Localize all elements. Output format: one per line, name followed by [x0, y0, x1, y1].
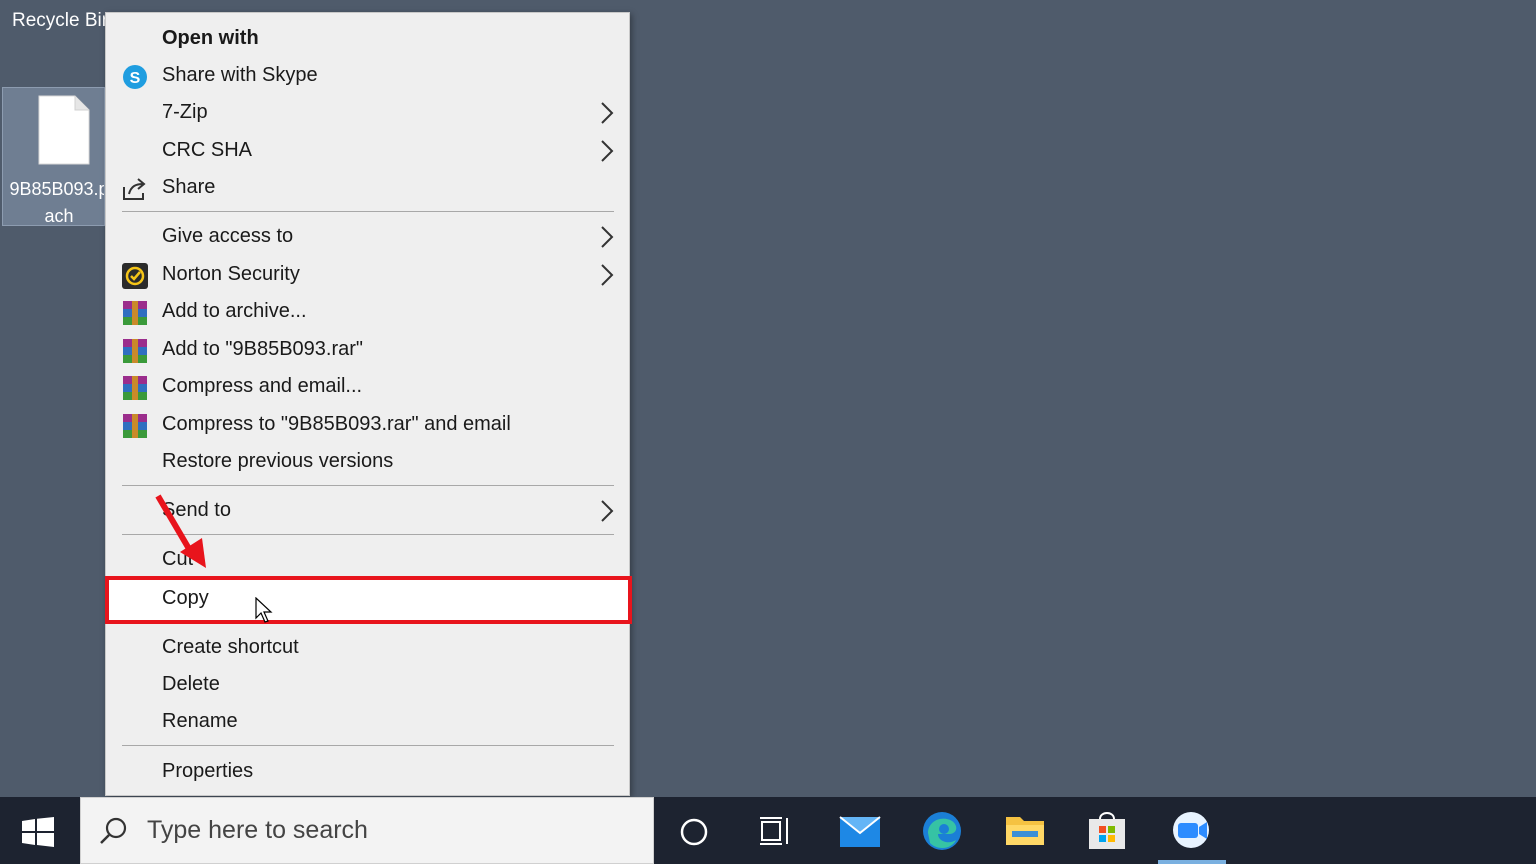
- menu-item-add-archive[interactable]: Add to archive...: [106, 294, 629, 330]
- skype-icon: S: [123, 65, 147, 89]
- menu-item-label: Norton Security: [162, 263, 300, 285]
- menu-separator: [122, 745, 614, 746]
- menu-item-delete[interactable]: Delete: [106, 667, 629, 703]
- file-name-label: 9B85B093.p ach: [9, 179, 105, 226]
- menu-item-create-shortcut[interactable]: Create shortcut: [106, 630, 629, 666]
- menu-item-crc-sha[interactable]: CRC SHA: [106, 133, 629, 169]
- menu-item-label: 7-Zip: [162, 101, 208, 123]
- winrar-icon: [123, 339, 147, 363]
- chevron-right-icon: [601, 264, 614, 286]
- menu-item-open-with[interactable]: Open with: [106, 21, 629, 57]
- menu-item-label: Open with: [162, 27, 259, 49]
- svg-text:S: S: [130, 70, 141, 87]
- desktop-file[interactable]: 9B85B093.p ach: [2, 87, 105, 226]
- menu-item-copy[interactable]: Copy: [106, 581, 629, 617]
- recycle-bin-label[interactable]: Recycle Bin: [12, 10, 105, 32]
- search-icon: [100, 817, 127, 844]
- menu-item-label: Add to "9B85B093.rar": [162, 338, 363, 360]
- menu-item-norton[interactable]: Norton Security: [106, 257, 629, 293]
- windows-start-icon[interactable]: [22, 817, 54, 847]
- menu-item-share-skype[interactable]: S Share with Skype: [106, 58, 629, 94]
- menu-item-share[interactable]: Share: [106, 170, 629, 206]
- file-explorer-icon[interactable]: [1004, 811, 1046, 849]
- winrar-icon: [123, 301, 147, 325]
- context-menu: Open with S Share with Skype 7-Zip CRC S…: [105, 12, 632, 796]
- menu-item-label: Create shortcut: [162, 636, 299, 658]
- menu-item-label: Properties: [162, 760, 254, 782]
- chevron-right-icon: [601, 500, 614, 522]
- microsoft-store-icon[interactable]: [1086, 809, 1128, 851]
- chevron-right-icon: [601, 226, 614, 248]
- menu-item-label: CRC SHA: [162, 139, 253, 161]
- chevron-right-icon: [601, 140, 614, 162]
- zoom-meetings-icon[interactable]: [1170, 809, 1214, 851]
- menu-item-compress-rar-email[interactable]: Compress to "9B85B093.rar" and email: [106, 407, 629, 443]
- menu-item-rename[interactable]: Rename: [106, 704, 629, 740]
- menu-separator: [122, 211, 614, 212]
- menu-item-properties[interactable]: Properties: [106, 754, 629, 790]
- mouse-cursor-icon: [255, 597, 273, 623]
- menu-item-compress-email[interactable]: Compress and email...: [106, 369, 629, 405]
- menu-item-label: Share: [162, 176, 216, 198]
- menu-item-label: Give access to: [162, 225, 294, 247]
- menu-item-label: Compress to "9B85B093.rar" and email: [162, 413, 511, 435]
- red-arrow-annotation: [155, 494, 206, 568]
- search-placeholder: Type here to search: [147, 816, 368, 844]
- winrar-icon: [123, 376, 147, 400]
- menu-separator: [122, 485, 614, 486]
- menu-item-label: Delete: [162, 673, 220, 695]
- norton-icon: [122, 263, 148, 289]
- mail-icon[interactable]: [838, 811, 882, 851]
- edge-browser-icon[interactable]: [920, 809, 964, 853]
- chevron-right-icon: [601, 102, 614, 124]
- menu-item-label: Copy: [162, 587, 209, 609]
- menu-item-add-rar[interactable]: Add to "9B85B093.rar": [106, 332, 629, 368]
- winrar-icon: [123, 414, 147, 438]
- share-icon: [123, 178, 146, 200]
- menu-item-7zip[interactable]: 7-Zip: [106, 95, 629, 131]
- menu-item-restore[interactable]: Restore previous versions: [106, 444, 629, 480]
- menu-item-label: Rename: [162, 710, 238, 732]
- taskbar-search-box[interactable]: Type here to search: [80, 797, 654, 864]
- taskbar: Type here to search: [0, 797, 1536, 864]
- menu-item-label: Restore previous versions: [162, 450, 394, 472]
- task-view-icon[interactable]: [758, 814, 792, 848]
- file-icon: [38, 95, 90, 165]
- cortana-icon[interactable]: [678, 816, 710, 848]
- menu-item-label: Add to archive...: [162, 300, 307, 322]
- menu-item-give-access[interactable]: Give access to: [106, 219, 629, 255]
- menu-item-label: Compress and email...: [162, 375, 363, 397]
- menu-item-label: Share with Skype: [162, 64, 318, 86]
- active-app-indicator: [1158, 860, 1226, 864]
